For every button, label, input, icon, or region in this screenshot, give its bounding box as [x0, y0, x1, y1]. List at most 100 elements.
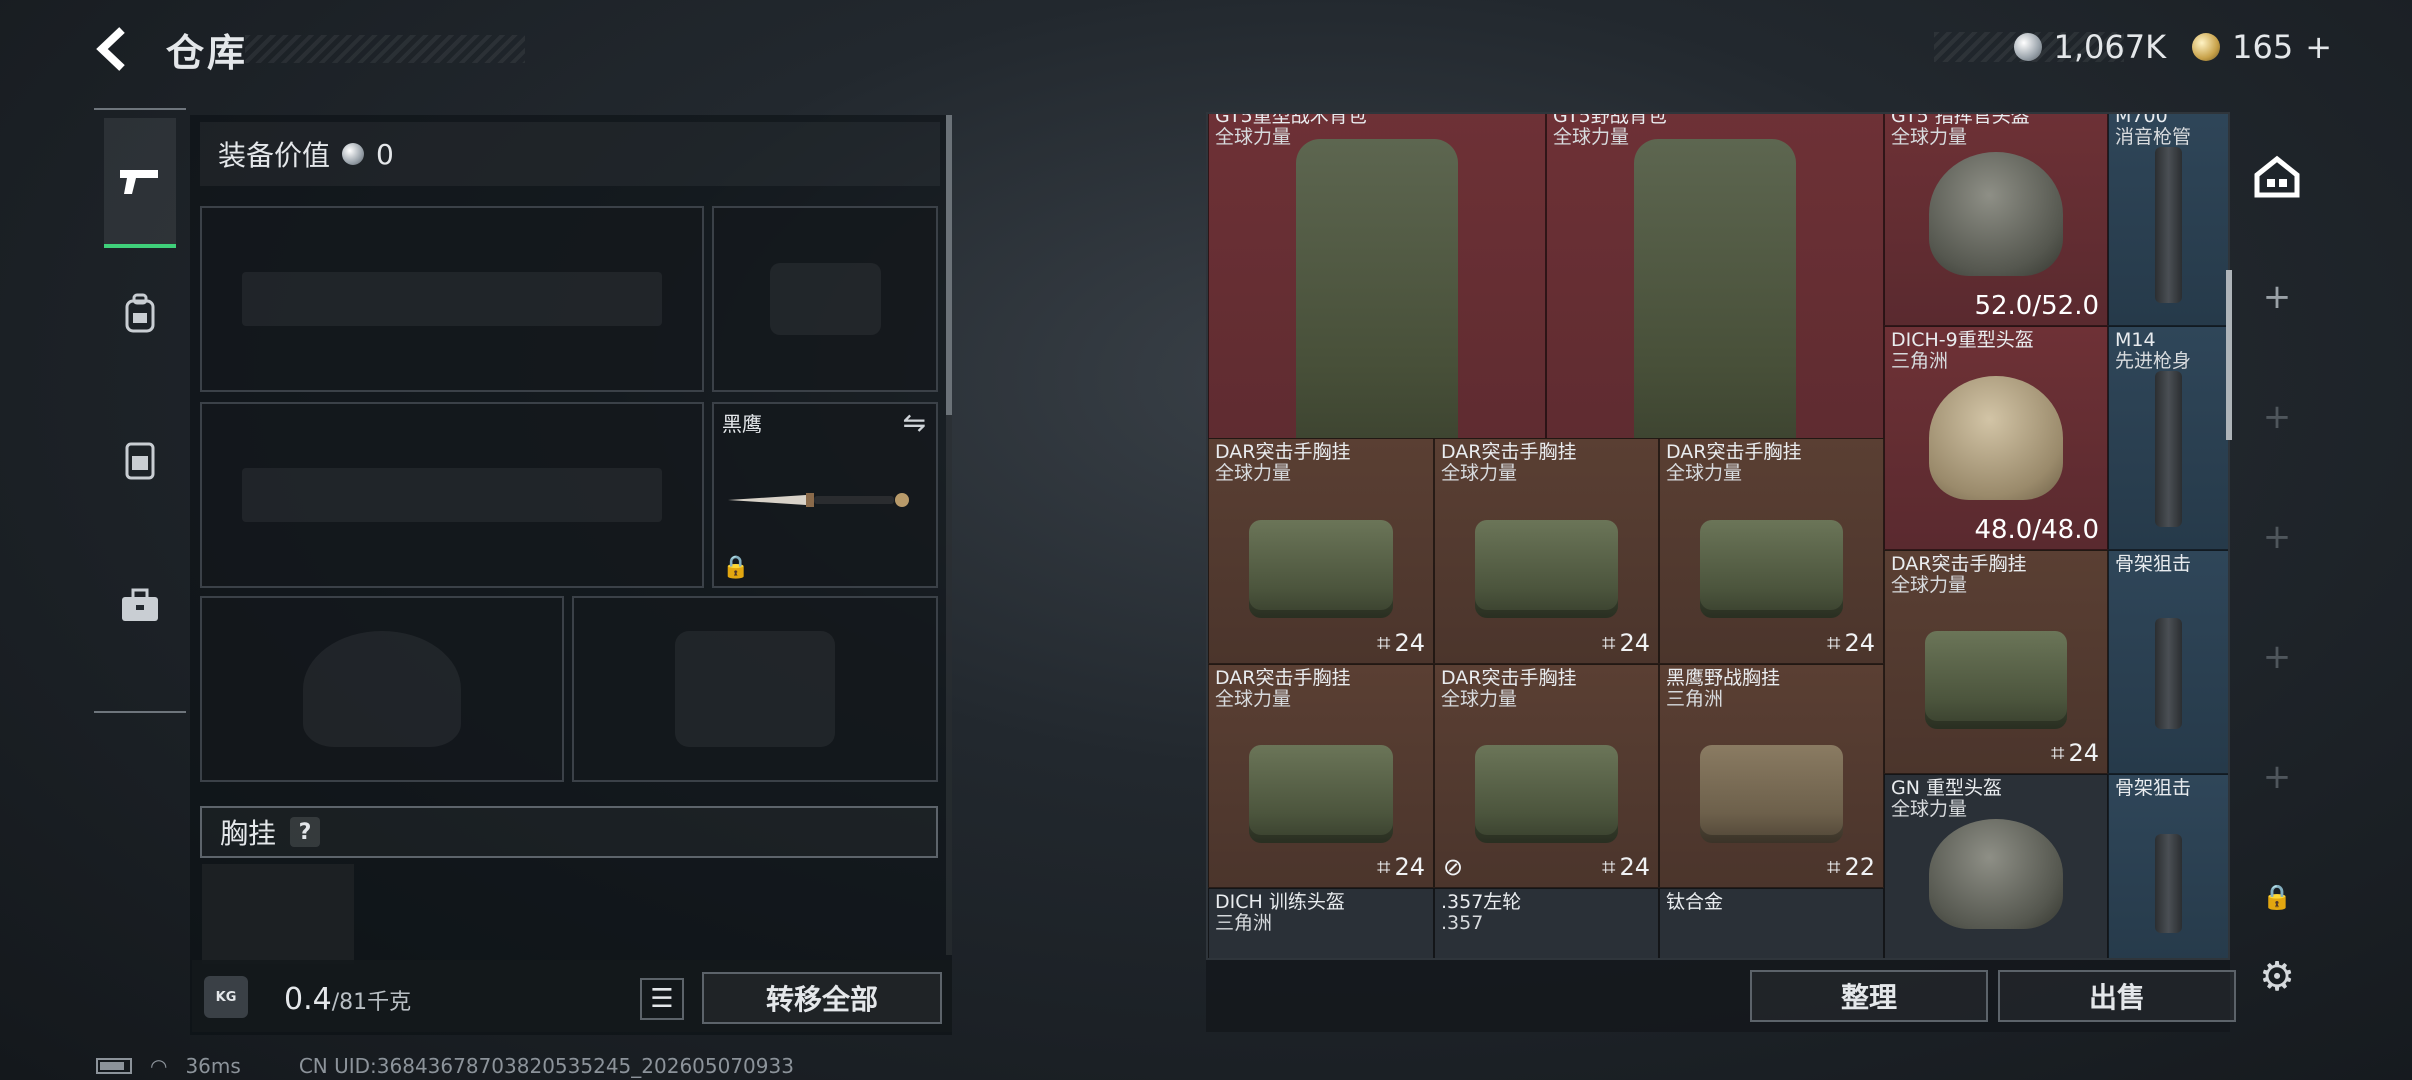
- tab-weapons[interactable]: [104, 118, 176, 248]
- battery-icon: [96, 1058, 132, 1074]
- stash-item[interactable]: DAR突击手胸挂 全球力量 ⌗ 24: [1208, 664, 1434, 888]
- stash-item[interactable]: GT5 指挥官头盔 全球力量 52.0/52.0: [1884, 114, 2108, 326]
- chest-rig-header: 胸挂 ?: [200, 806, 938, 858]
- add-gold-button[interactable]: +: [2305, 28, 2332, 66]
- category-rail: [94, 108, 186, 713]
- uid-readout: CN UID:36843678703820535245_202605070933: [298, 1054, 794, 1078]
- lock-icon: 🔒: [2262, 883, 2292, 911]
- stash-item[interactable]: M700 消音枪管: [2108, 114, 2228, 326]
- chest-rig-icon: [1700, 519, 1843, 619]
- chest-rig-icon: [1700, 744, 1843, 843]
- add-stash-tab-icon[interactable]: +: [2252, 632, 2302, 682]
- stash-item[interactable]: DAR突击手胸挂 全球力量 ⌗ 24: [1434, 438, 1659, 664]
- weight-readout: 0.4/81千克: [284, 982, 411, 1017]
- settings-gear-icon[interactable]: ⚙: [2252, 952, 2302, 1002]
- tab-backpack[interactable]: [104, 248, 176, 378]
- left-scrollbar[interactable]: [946, 115, 952, 415]
- helmet-icon: [1929, 151, 2063, 277]
- stash-item[interactable]: GN 重型头盔 全球力量: [1884, 774, 2108, 958]
- list-icon: ☰: [650, 984, 674, 1014]
- no-trade-icon: ⊘: [1443, 853, 1464, 881]
- stash-item[interactable]: .357左轮 .357: [1434, 888, 1659, 958]
- status-line: ◠ 36ms CN UID:36843678703820535245_20260…: [96, 1054, 794, 1078]
- title-decoration: [245, 35, 525, 63]
- stash-item[interactable]: DICH-9重型头盔 三角洲 48.0/48.0: [1884, 326, 2108, 550]
- gold-coin-icon: [2192, 33, 2221, 61]
- equipment-value-label: 装备价值: [218, 139, 331, 172]
- add-stash-tab-icon[interactable]: +: [2252, 512, 2302, 562]
- vest-icon: [125, 442, 155, 480]
- knife-icon: [728, 493, 909, 507]
- pistol-slot[interactable]: [712, 206, 938, 392]
- stash-item[interactable]: DAR突击手胸挂 全球力量 ⌗ 24: [1884, 550, 2108, 774]
- equipment-value-amount: 0: [376, 137, 394, 171]
- equipment-value: 装备价值 0: [200, 122, 940, 186]
- stash-item[interactable]: 骨架狙击: [2108, 550, 2228, 774]
- back-button[interactable]: [92, 24, 142, 74]
- backpack-icon: [125, 293, 155, 333]
- secondary-weapon-slot[interactable]: [200, 402, 704, 588]
- chest-rig-slot[interactable]: [202, 864, 354, 964]
- lock-icon: 🔒: [722, 555, 750, 580]
- transfer-all-button[interactable]: 转移全部: [702, 972, 942, 1024]
- pistol-placeholder-icon: [769, 262, 881, 336]
- chest-rig-label: 胸挂: [220, 817, 277, 850]
- silver-coin-icon: [2013, 33, 2042, 61]
- sort-button[interactable]: 整理: [1750, 970, 1988, 1022]
- capacity-icon: ⌗: [1376, 853, 1391, 881]
- add-stash-tab-icon[interactable]: +: [2252, 392, 2302, 442]
- tab-vest[interactable]: [104, 395, 176, 525]
- rifle-placeholder-icon: [242, 271, 662, 327]
- stock-icon: [2155, 371, 2183, 527]
- ping-readout: 36ms: [185, 1054, 241, 1078]
- chest-rig-icon: [1475, 744, 1618, 843]
- list-view-button[interactable]: ☰: [640, 978, 684, 1020]
- toolbox-icon: [122, 588, 158, 621]
- stash-item[interactable]: M14 先进枪身: [2108, 326, 2228, 550]
- chest-rig-icon: [1249, 744, 1393, 843]
- tab-toolbox[interactable]: [104, 540, 176, 670]
- weight-current: 0.4: [284, 982, 332, 1017]
- stash-item[interactable]: 黑鹰野战胸挂 三角洲 ⌗ 22: [1659, 664, 1884, 888]
- stash-scrollbar[interactable]: [2226, 270, 2232, 440]
- help-button[interactable]: ?: [290, 817, 321, 847]
- stash-item[interactable]: DICH 训练头盔 三角洲: [1208, 888, 1434, 958]
- helmet-slot[interactable]: [200, 596, 564, 782]
- armor-slot[interactable]: [572, 596, 938, 782]
- capacity-icon: ⌗: [2050, 739, 2065, 767]
- melee-slot[interactable]: 黑鹰 ⇋ 🔒: [712, 402, 938, 588]
- silver-amount: 1,067K: [2053, 28, 2167, 66]
- chest-rig-icon: [1475, 519, 1618, 619]
- helmet-icon: [1929, 818, 2063, 930]
- weight-icon: KG: [204, 976, 248, 1018]
- helmet-icon: [1929, 375, 2063, 501]
- pistol-icon: [120, 170, 158, 194]
- capacity-icon: ⌗: [1376, 629, 1391, 657]
- stock-icon: [2155, 617, 2183, 729]
- stock-icon: [2155, 834, 2183, 934]
- rifle-placeholder-icon: [242, 467, 662, 523]
- stash-item[interactable]: 骨架狙击: [2108, 774, 2228, 958]
- weight-max: /81千克: [331, 990, 412, 1015]
- melee-label: 黑鹰: [722, 412, 762, 436]
- stash-grid: GT5重型战术背包 全球力量 ⛊45⊘ GT5野战背包 全球力量 ⛊30 GT5…: [1206, 112, 2230, 960]
- back-arrow-icon: [96, 27, 125, 71]
- stash-item[interactable]: DAR突击手胸挂 全球力量 ⊘ ⌗ 24: [1434, 664, 1659, 888]
- sell-button[interactable]: 出售: [1998, 970, 2236, 1022]
- swap-icon[interactable]: ⇋: [903, 406, 926, 439]
- capacity-icon: ⌗: [1601, 853, 1616, 881]
- silver-coin-icon: [342, 143, 365, 165]
- page-title: 仓库: [166, 31, 249, 75]
- stash-item[interactable]: DAR突击手胸挂 全球力量 ⌗ 24: [1208, 438, 1434, 664]
- helmet-placeholder-icon: [302, 630, 462, 748]
- gold-amount: 165: [2232, 28, 2294, 66]
- stash-item[interactable]: DAR突击手胸挂 全球力量 ⌗ 24: [1659, 438, 1884, 664]
- barrel-icon: [2155, 147, 2183, 303]
- primary-weapon-slot[interactable]: [200, 206, 704, 392]
- capacity-icon: ⌗: [1601, 629, 1616, 657]
- add-stash-tab-icon[interactable]: +: [2252, 272, 2302, 322]
- stash-item[interactable]: 钛合金: [1659, 888, 1884, 958]
- add-stash-tab-icon[interactable]: +: [2252, 752, 2302, 802]
- stash-home-icon[interactable]: [2252, 152, 2302, 202]
- chest-rig-icon: [1924, 630, 2068, 729]
